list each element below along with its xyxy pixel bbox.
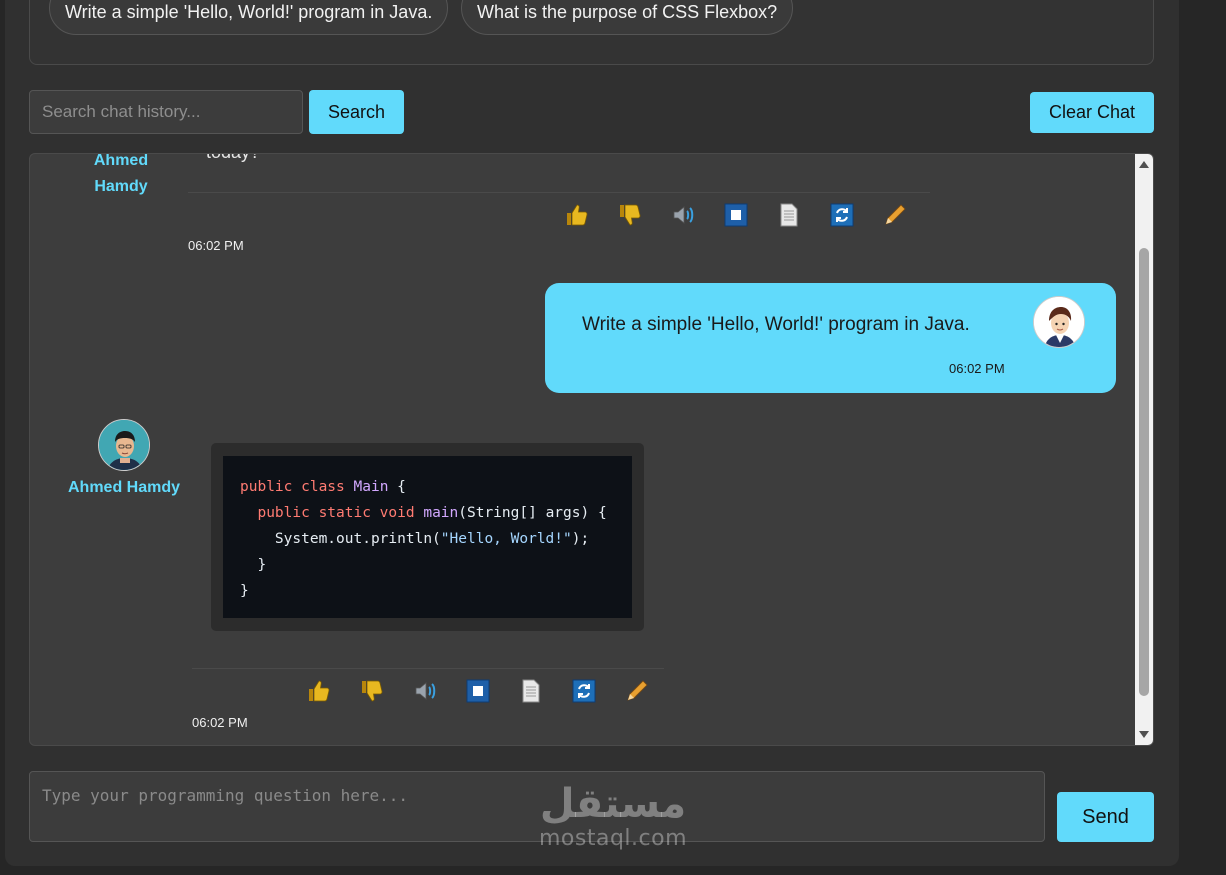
search-button[interactable]: Search: [309, 90, 404, 134]
message-divider: [192, 668, 664, 669]
refresh-icon[interactable]: [830, 203, 854, 227]
message-actions: [307, 679, 678, 703]
code-line: }: [240, 557, 267, 573]
user-message-bubble: Write a simple 'Hello, World!' program i…: [545, 283, 1116, 393]
scroll-thumb[interactable]: [1139, 248, 1149, 696]
stop-icon[interactable]: [724, 203, 748, 227]
user-message-text: Write a simple 'Hello, World!' program i…: [582, 314, 970, 335]
bot-username: Ahmed Hamdy: [67, 479, 181, 496]
scroll-down-arrow[interactable]: [1139, 731, 1149, 738]
user-avatar: [1033, 296, 1085, 348]
message-divider: [188, 192, 930, 193]
suggestion-chip-flexbox[interactable]: What is the purpose of CSS Flexbox?: [461, 0, 794, 35]
refresh-icon[interactable]: [572, 679, 596, 703]
suggestions-panel: Write a simple 'Hello, World!' program i…: [29, 0, 1154, 65]
code-line: public static void main(String[] args) {: [257, 505, 607, 521]
pencil-icon[interactable]: [625, 679, 649, 703]
message-timestamp: 06:02 PM: [188, 238, 244, 253]
thumbs-up-icon[interactable]: [307, 679, 331, 703]
bot-code-message: public class Main { public static void m…: [211, 443, 644, 631]
send-button[interactable]: Send: [1057, 792, 1154, 842]
thumbs-down-icon[interactable]: [360, 679, 384, 703]
message-timestamp: 06:02 PM: [949, 361, 1005, 376]
code-line: System.out.println("Hello, World!");: [240, 531, 590, 547]
message-actions: [565, 203, 936, 227]
bot-username: Ahmed Hamdy: [93, 153, 149, 195]
message-timestamp: 06:02 PM: [192, 715, 248, 730]
thumbs-up-icon[interactable]: [565, 203, 589, 227]
search-history-input[interactable]: [29, 90, 303, 134]
question-input[interactable]: [29, 771, 1045, 842]
bot-avatar: [98, 419, 150, 471]
stop-icon[interactable]: [466, 679, 490, 703]
speaker-icon[interactable]: [413, 679, 437, 703]
document-icon[interactable]: [777, 203, 801, 227]
scroll-up-arrow[interactable]: [1139, 161, 1149, 168]
code-line: }: [240, 583, 249, 599]
chat-history[interactable]: Ahmed Hamdy today? 06:02 PM Write a simp…: [29, 153, 1154, 746]
bot-message-text: today?: [206, 154, 260, 163]
code-line: public class Main {: [240, 479, 406, 495]
speaker-icon[interactable]: [671, 203, 695, 227]
chat-scrollbar[interactable]: [1135, 154, 1153, 745]
pencil-icon[interactable]: [883, 203, 907, 227]
thumbs-down-icon[interactable]: [618, 203, 642, 227]
code-block: public class Main { public static void m…: [223, 456, 632, 618]
suggestion-chip-java[interactable]: Write a simple 'Hello, World!' program i…: [49, 0, 449, 35]
document-icon[interactable]: [519, 679, 543, 703]
clear-chat-button[interactable]: Clear Chat: [1030, 92, 1154, 133]
